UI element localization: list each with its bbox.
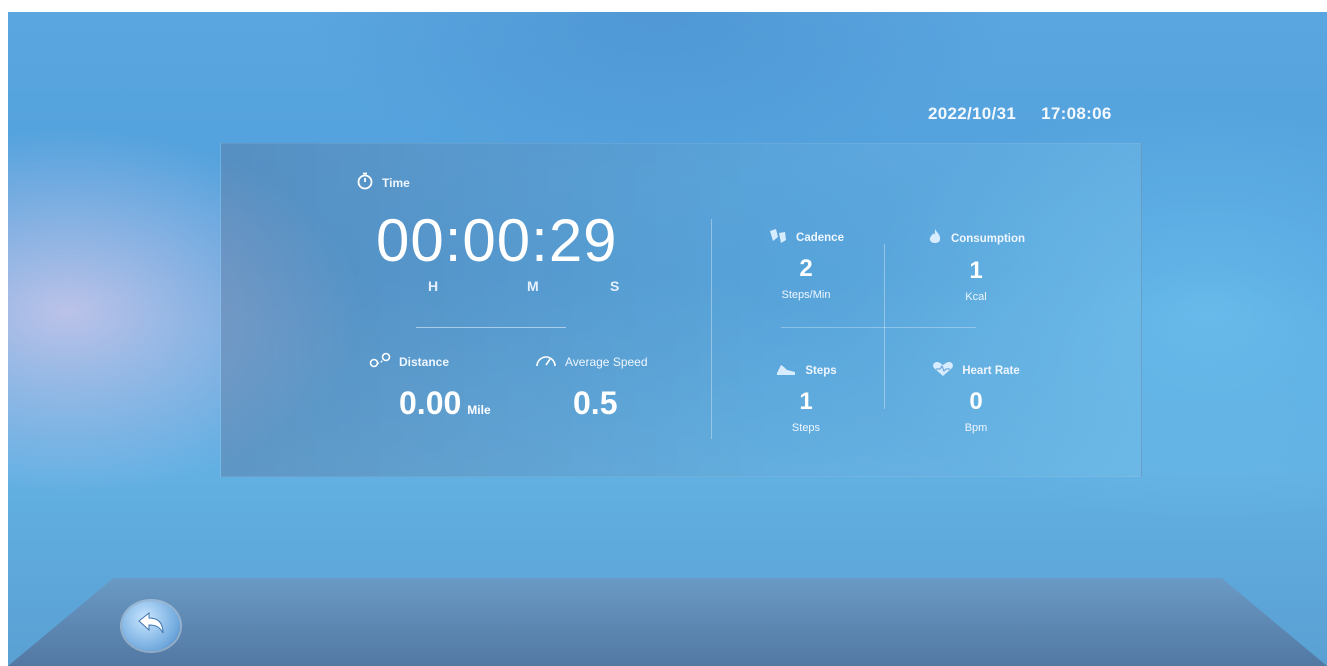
average-speed-label: Average Speed [535,352,648,371]
consumption-unit: Kcal [965,291,987,303]
average-speed-label-text: Average Speed [565,354,648,369]
back-arrow-icon [136,611,166,642]
back-button[interactable] [122,601,180,651]
cadence-value: 2 [799,255,813,282]
consumption-label-text: Consumption [950,232,1026,245]
hours-label: H [428,278,439,294]
status-time: 17:08:06 [1041,104,1112,123]
time-value: 00:00:29 [376,207,618,274]
seconds-label: S [610,278,620,294]
time-label: Time [356,172,656,193]
distance-section: Distance 0.00 Mile [369,352,491,422]
heart-rate-unit: Bpm [964,422,988,434]
distance-readout: 0.00 Mile [399,385,491,422]
steps-label: Steps [741,361,871,380]
bottom-bar [8,578,1327,666]
steps-section: Steps 1 Steps [741,361,871,434]
flame-icon [927,228,943,249]
workout-stats-panel: Time 00:00:29 H M S Distance 0.00 Mile A… [220,143,1142,477]
average-speed-readout: 0.5 [573,385,648,422]
consumption-label: Consumption [901,228,1051,249]
distance-value: 0.00 [399,385,462,421]
distance-unit: Mile [467,403,491,417]
heart-rate-section: Heart Rate 0 Bpm [901,361,1051,434]
shoe-icon [775,361,797,380]
cadence-section: Cadence 2 Steps/Min [741,228,871,301]
average-speed-section: Average Speed 0.5 [535,352,648,422]
speedometer-icon [535,352,557,371]
time-divider [416,327,566,328]
distance-label-text: Distance [399,354,450,369]
cadence-label: Cadence [741,228,871,247]
status-date: 2022/10/31 [928,104,1017,123]
panel-vertical-divider [711,219,712,439]
heart-icon [932,361,954,380]
consumption-section: Consumption 1 Kcal [901,228,1051,303]
stopwatch-icon [356,172,374,193]
cadence-icon [768,228,788,247]
minutes-label: M [527,278,539,294]
heart-rate-value: 0 [969,388,983,415]
treadmill-screen: 2022/10/31 17:08:06 Time 00:00:29 H M S [8,12,1327,666]
steps-unit: Steps [791,422,821,434]
consumption-value: 1 [969,257,983,284]
status-datetime: 2022/10/31 17:08:06 [928,104,1112,124]
steps-value: 1 [799,388,813,415]
cadence-label-text: Cadence [796,231,844,244]
time-section: Time 00:00:29 H M S [356,172,656,294]
distance-icon [369,352,391,371]
grid-horizontal-divider [781,327,976,328]
heart-rate-label: Heart Rate [901,361,1051,380]
steps-label-text: Steps [805,364,837,377]
distance-label: Distance [369,352,491,371]
cadence-unit: Steps/Min [781,289,831,301]
time-label-text: Time [382,175,410,190]
heart-rate-label-text: Heart Rate [962,364,1020,377]
average-speed-value: 0.5 [573,385,618,421]
